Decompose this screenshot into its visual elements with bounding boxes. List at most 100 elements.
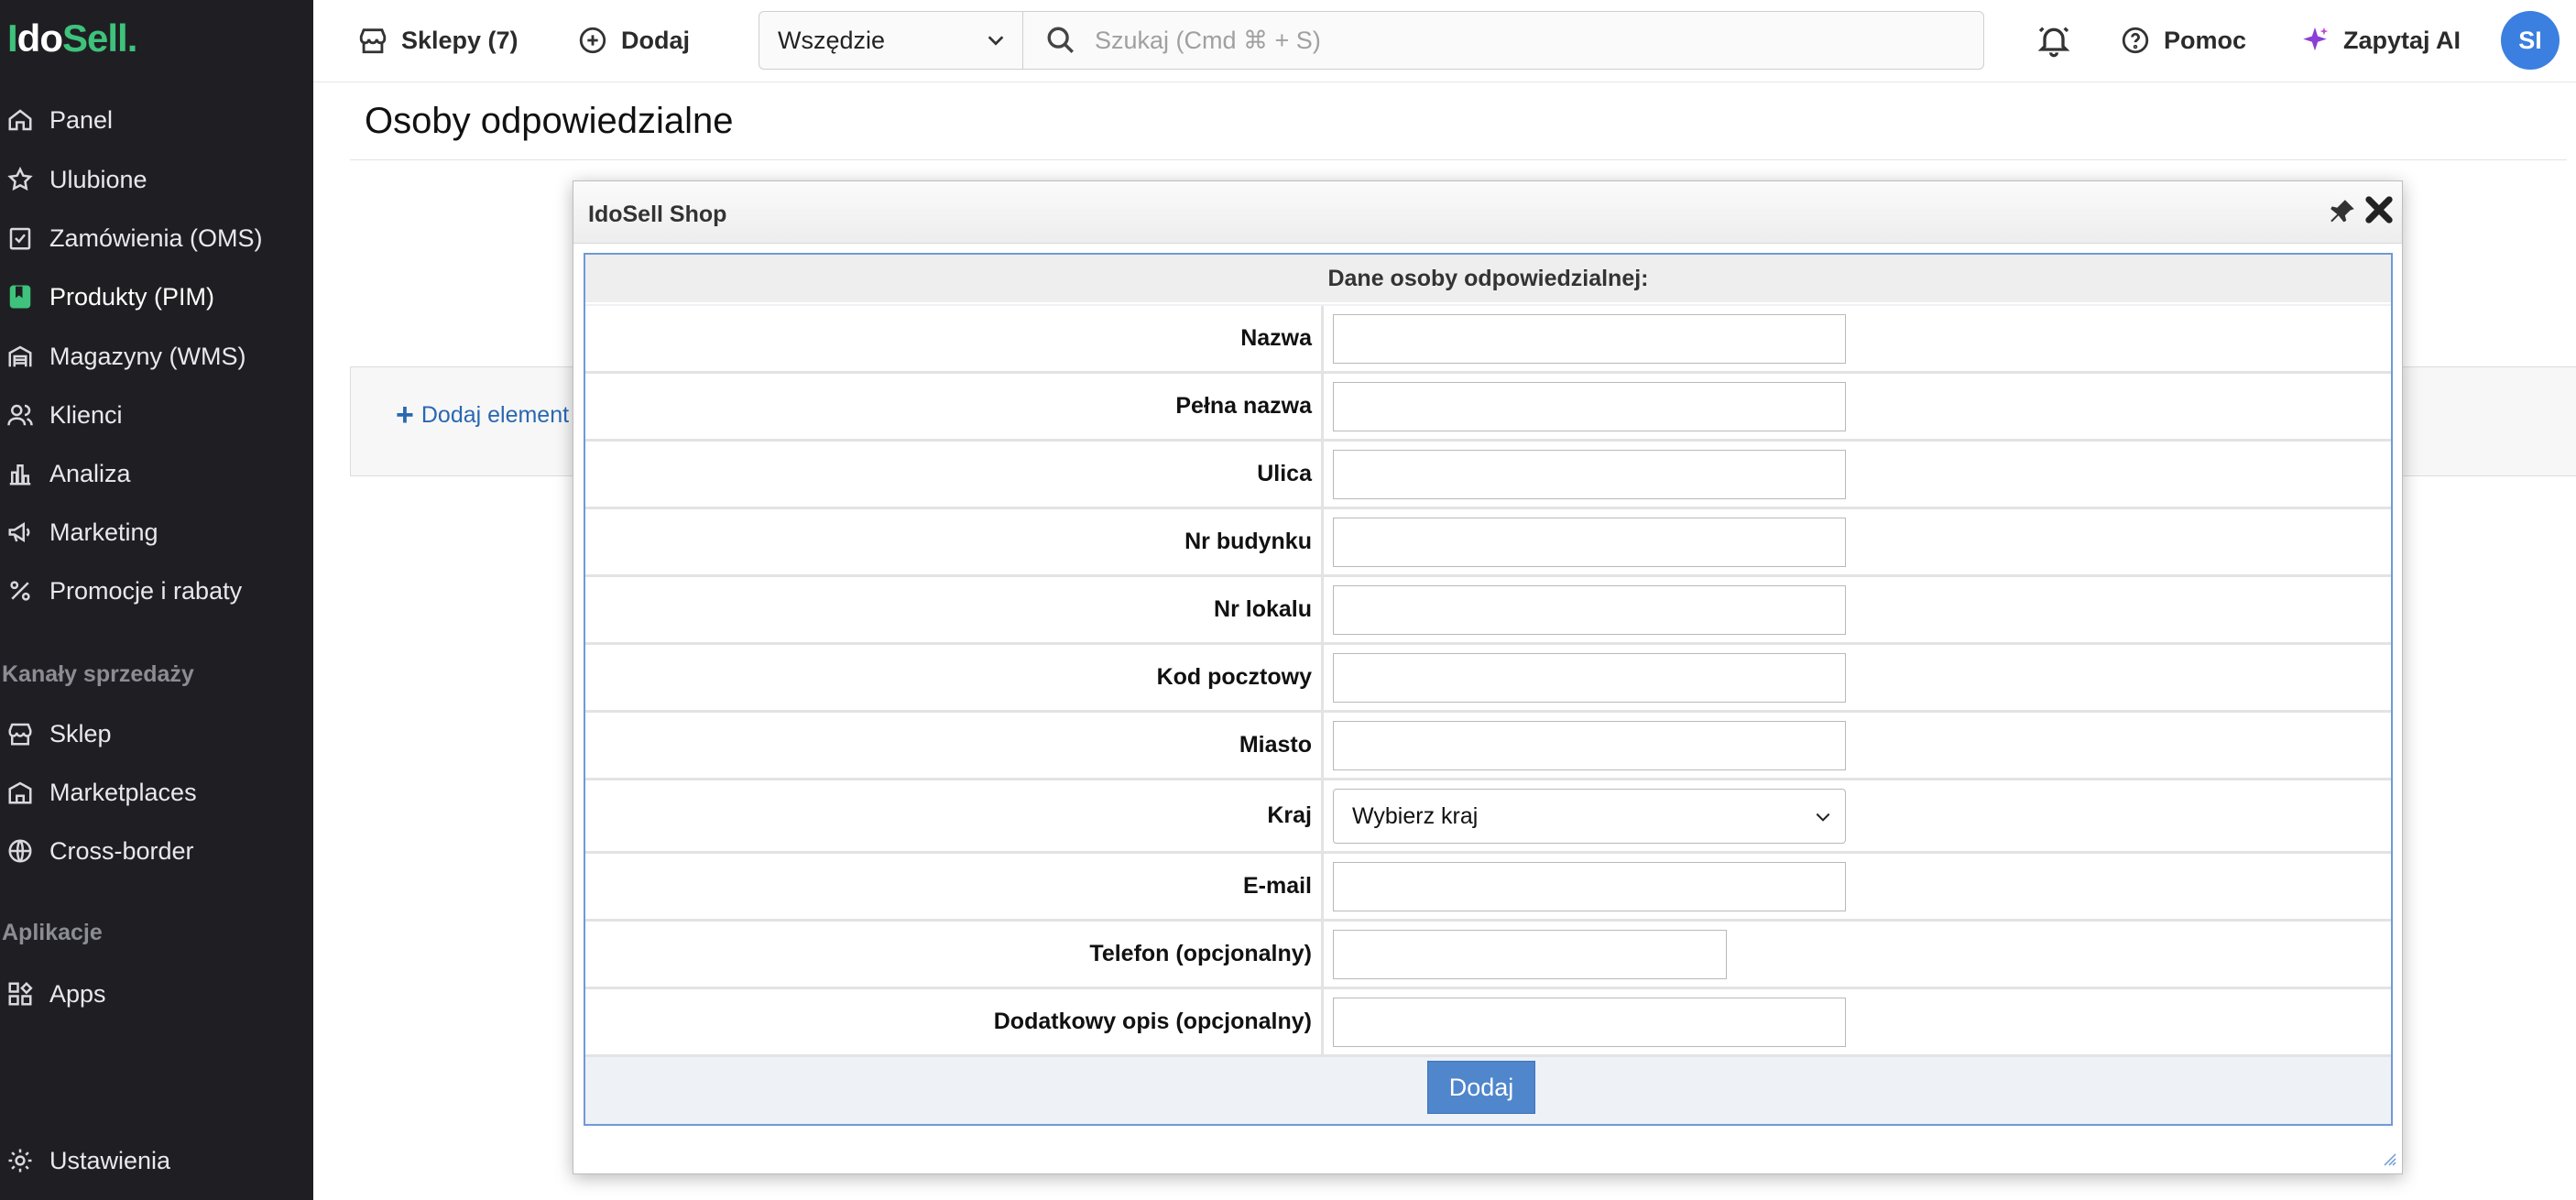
- postal-label: Kod pocztowy: [585, 645, 1324, 710]
- sidebar-item-panel[interactable]: Panel: [0, 93, 313, 147]
- idosell-logo[interactable]: IdoSell.: [7, 16, 137, 60]
- sidebar-item-products[interactable]: Produkty (PIM): [0, 270, 313, 323]
- extra-description-input[interactable]: [1333, 998, 1846, 1047]
- building-input[interactable]: [1333, 518, 1846, 567]
- city-label: Miasto: [585, 713, 1324, 778]
- country-label: Kraj: [585, 780, 1324, 851]
- sidebar-item-ulubione[interactable]: Ulubione: [0, 153, 313, 206]
- sidebar-item-label: Klienci: [49, 400, 123, 429]
- book-icon: [5, 282, 35, 311]
- resize-handle-icon[interactable]: [2382, 1151, 2396, 1166]
- add-element-label: Dodaj element: [420, 401, 570, 428]
- form-row-country: Kraj Wybierz kraj: [585, 780, 2391, 854]
- sidebar-item-shop[interactable]: Sklep: [0, 707, 313, 760]
- form-row-city: Miasto: [585, 713, 2391, 780]
- country-select[interactable]: Wybierz kraj: [1333, 789, 1846, 844]
- search-input[interactable]: [1095, 26, 1919, 55]
- close-icon[interactable]: [2362, 192, 2396, 227]
- submit-button[interactable]: Dodaj: [1427, 1061, 1535, 1114]
- chevron-down-icon: [1816, 813, 1830, 822]
- sidebar-item-marketplaces[interactable]: Marketplaces: [0, 766, 313, 819]
- page-title: Osoby odpowiedzialne: [365, 101, 734, 141]
- sidebar-item-label: Marketplaces: [49, 778, 197, 806]
- sidebar-item-warehouses[interactable]: Magazyny (WMS): [0, 330, 313, 383]
- shops-button[interactable]: Sklepy (7): [357, 20, 518, 60]
- plus-circle-icon: [579, 27, 606, 54]
- modal-title: IdoSell Shop: [588, 202, 727, 227]
- sidebar-item-settings[interactable]: Ustawienia: [0, 1134, 313, 1187]
- full-name-label: Pełna nazwa: [585, 374, 1324, 439]
- form-row-unit: Nr lokalu: [585, 577, 2391, 645]
- sidebar-item-label: Magazyny (WMS): [49, 342, 246, 370]
- street-label: Ulica: [585, 442, 1324, 507]
- search-icon: [1047, 27, 1074, 53]
- sidebar-item-marketing[interactable]: Marketing: [0, 506, 313, 559]
- store-icon: [359, 28, 387, 54]
- sidebar-item-cross-border[interactable]: Cross-border: [0, 824, 313, 878]
- sidebar-item-label: Promocje i rabaty: [49, 576, 243, 605]
- sidebar-item-promotions[interactable]: Promocje i rabaty: [0, 564, 313, 617]
- percent-icon: [5, 576, 35, 605]
- ask-ai-button[interactable]: Zapytaj AI: [2299, 20, 2461, 60]
- star-icon: [5, 165, 35, 194]
- form-row-building: Nr budynku: [585, 509, 2391, 577]
- sidebar-item-label: Zamówienia (OMS): [49, 224, 263, 252]
- unit-input[interactable]: [1333, 585, 1846, 635]
- form-header: Dane osoby odpowiedzialnej:: [585, 255, 2391, 304]
- chevron-down-icon: [988, 36, 1004, 46]
- megaphone-icon: [5, 518, 35, 547]
- sidebar-item-clients[interactable]: Klienci: [0, 388, 313, 442]
- pin-icon[interactable]: [2327, 196, 2358, 227]
- sidebar-item-label: Cross-border: [49, 836, 194, 865]
- email-input[interactable]: [1333, 862, 1846, 911]
- form-row-street: Ulica: [585, 442, 2391, 509]
- add-button-label: Dodaj: [621, 26, 691, 54]
- title-divider: [350, 159, 2567, 160]
- name-input[interactable]: [1333, 314, 1846, 364]
- sidebar-item-label: Ustawienia: [49, 1146, 171, 1174]
- shops-button-label: Sklepy (7): [401, 26, 518, 54]
- sidebar-item-label: Panel: [49, 105, 114, 134]
- form-row-name: Nazwa: [585, 306, 2391, 374]
- building-label: Nr budynku: [585, 509, 1324, 574]
- sidebar-item-apps[interactable]: Apps: [0, 967, 313, 1020]
- add-button[interactable]: Dodaj: [577, 20, 690, 60]
- modal-header[interactable]: IdoSell Shop: [573, 181, 2402, 244]
- users-icon: [5, 400, 35, 430]
- plus-icon: +: [396, 398, 414, 432]
- sidebar: IdoSell. Panel Ulubione Zamówienia (OMS)…: [0, 0, 313, 1200]
- phone-label: Telefon (opcjonalny): [585, 922, 1324, 987]
- sidebar-item-analytics[interactable]: Analiza: [0, 447, 313, 500]
- help-circle-icon: [2122, 27, 2149, 54]
- city-input[interactable]: [1333, 721, 1846, 770]
- responsible-person-form: Dane osoby odpowiedzialnej: Nazwa Pełna …: [584, 253, 2393, 1126]
- full-name-input[interactable]: [1333, 382, 1846, 431]
- warehouse-icon: [5, 342, 35, 371]
- bar-chart-icon: [5, 459, 35, 488]
- country-select-value: Wybierz kraj: [1352, 802, 1479, 829]
- email-label: E-mail: [585, 854, 1324, 919]
- marketplace-icon: [5, 778, 35, 807]
- name-label: Nazwa: [585, 306, 1324, 371]
- search-box: [1022, 11, 1984, 70]
- notifications-button[interactable]: [2036, 22, 2072, 59]
- search-scope-value: Wszędzie: [778, 26, 886, 54]
- street-input[interactable]: [1333, 450, 1846, 499]
- home-icon: [5, 105, 35, 135]
- avatar[interactable]: SI: [2501, 11, 2560, 70]
- postal-input[interactable]: [1333, 653, 1846, 703]
- phone-input[interactable]: [1333, 930, 1727, 979]
- sidebar-item-label: Apps: [49, 979, 106, 1008]
- sidebar-item-label: Sklep: [49, 719, 112, 747]
- sidebar-section-sales: Kanały sprzedaży: [2, 661, 194, 687]
- modal-dialog: IdoSell Shop Dane osoby odpowiedzialnej:…: [573, 180, 2403, 1174]
- apps-grid-icon: [5, 979, 35, 1009]
- search-scope-select[interactable]: Wszędzie: [759, 11, 1022, 70]
- add-element-link[interactable]: + Dodaj element: [396, 399, 569, 431]
- bell-icon: [2037, 27, 2070, 58]
- form-row-full-name: Pełna nazwa: [585, 374, 2391, 442]
- sidebar-item-label: Marketing: [49, 518, 158, 546]
- sidebar-item-label: Analiza: [49, 459, 131, 487]
- sidebar-item-orders[interactable]: Zamówienia (OMS): [0, 212, 313, 265]
- help-button[interactable]: Pomoc: [2120, 20, 2246, 60]
